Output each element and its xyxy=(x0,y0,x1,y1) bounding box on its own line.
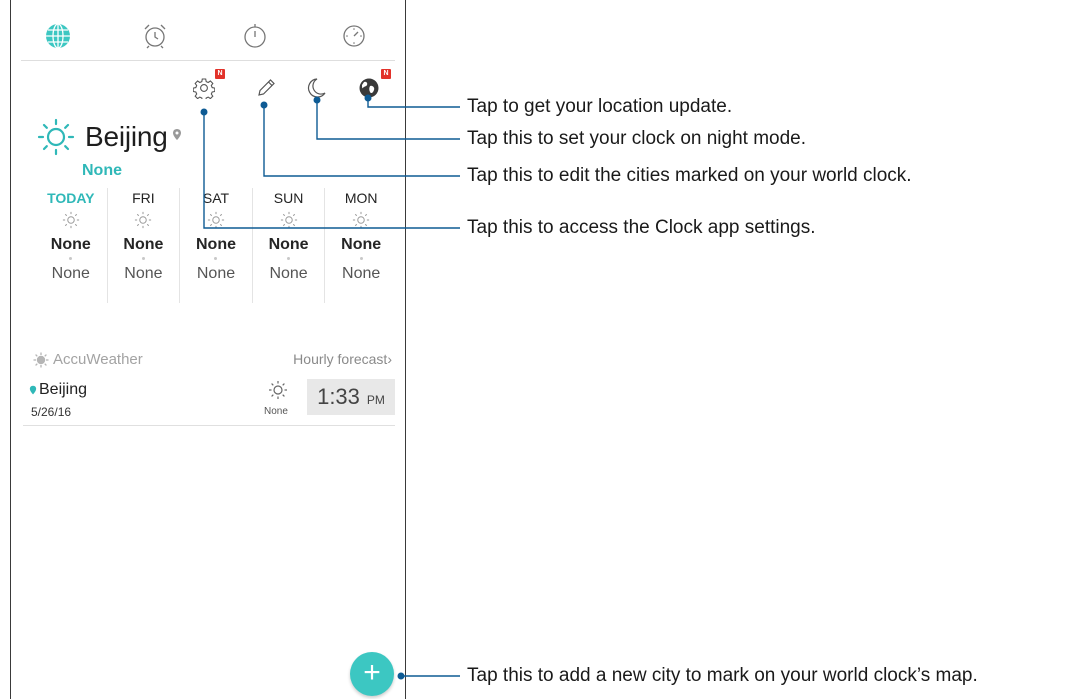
callout-dot-edit xyxy=(260,101,268,109)
callout-line-location xyxy=(367,98,460,108)
callout-dot-night-mode xyxy=(313,96,321,104)
callout-dot-location xyxy=(364,94,372,102)
callout-line-settings xyxy=(203,112,460,229)
annotation-night-mode: Tap this to set your clock on night mode… xyxy=(467,128,807,149)
callout-dot-settings xyxy=(200,108,208,116)
callout-line-night-mode xyxy=(316,100,460,140)
callout-line-edit xyxy=(263,105,460,177)
callout-dot-add-city xyxy=(397,672,405,680)
annotation-settings: Tap this to access the Clock app setting… xyxy=(467,217,816,238)
annotation-location: Tap to get your location update. xyxy=(467,96,733,117)
annotation-edit: Tap this to edit the cities marked on yo… xyxy=(467,165,912,186)
annotation-add-city: Tap this to add a new city to mark on yo… xyxy=(467,665,978,686)
